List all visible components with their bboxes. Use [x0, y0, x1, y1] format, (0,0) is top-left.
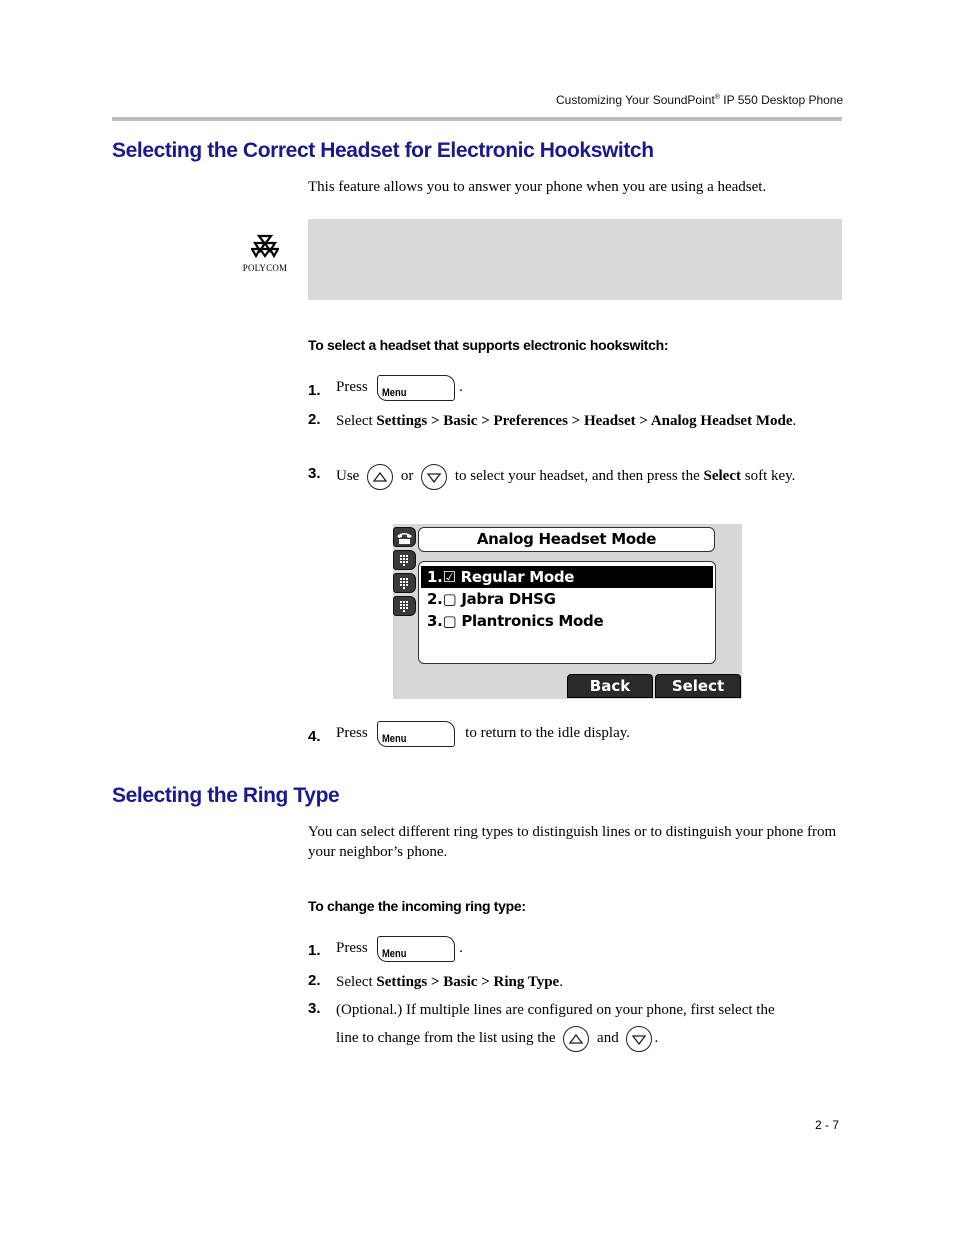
- phone-screen-image: Analog Headset Mode 1.☑ Regular Mode 2.▢…: [393, 524, 742, 699]
- ring-step-3-line1: (Optional.) If multiple lines are config…: [336, 1002, 775, 1018]
- header-rule: [112, 117, 842, 121]
- up-arrow-key-icon: [367, 463, 394, 490]
- section-intro-headset: This feature allows you to answer your p…: [308, 179, 767, 195]
- running-header: Customizing Your SoundPoint® IP 550 Desk…: [556, 93, 843, 107]
- line-key: [393, 573, 416, 593]
- step-text: .: [459, 940, 463, 956]
- step-number: 2.: [308, 972, 321, 989]
- softkey-select: Select: [655, 674, 741, 698]
- step-2-text: Select Settings > Basic > Preferences > …: [336, 411, 816, 431]
- menu-path: Settings > Basic > Ring Type: [376, 974, 560, 990]
- step-text: Select: [336, 974, 377, 990]
- step-text: or: [400, 468, 414, 484]
- keypad-icon: [400, 601, 408, 612]
- menu-key-icon: Menu: [377, 720, 456, 747]
- menu-key-label: Menu: [382, 386, 407, 399]
- section-title-headset: Selecting the Correct Headset for Electr…: [112, 139, 654, 162]
- step-4-text: Press Menu to return to the idle display…: [336, 719, 630, 747]
- step-text: Select: [336, 413, 377, 429]
- screen-option: 2.▢ Jabra DHSG: [427, 590, 556, 608]
- polycom-logo: POLYCOM: [236, 234, 294, 273]
- line-key: [393, 596, 416, 616]
- up-arrow-key-icon: [563, 1025, 590, 1052]
- ring-step-3-line2: line to change from the list using the a…: [336, 1024, 658, 1052]
- page-number: 2 - 7: [815, 1118, 840, 1132]
- step-number: 1.: [308, 942, 321, 959]
- step-text: Press: [336, 725, 368, 741]
- screen-option: 3.▢ Plantronics Mode: [427, 612, 604, 630]
- step-text: .: [654, 1030, 659, 1046]
- step-text: to select your headset, and then press t…: [454, 468, 704, 484]
- step-text: .: [792, 413, 797, 429]
- keypad-icon: [400, 555, 408, 566]
- keypad-icon: [400, 578, 408, 589]
- polycom-logo-text: POLYCOM: [242, 263, 288, 273]
- menu-key-label: Menu: [382, 732, 407, 745]
- step-number: 3.: [308, 1000, 321, 1017]
- handset-icon: [397, 533, 412, 544]
- menu-key-label: Menu: [382, 947, 407, 960]
- procedure-title-headset: To select a headset that supports electr…: [308, 337, 669, 353]
- running-header-suffix: IP 550 Desktop Phone: [719, 93, 844, 107]
- step-text: to return to the idle display.: [465, 725, 630, 741]
- running-header-text: Customizing Your SoundPoint: [556, 93, 715, 107]
- section-title-ring-type: Selecting the Ring Type: [112, 784, 340, 807]
- handset-line-key: [393, 527, 416, 547]
- step-number: 4.: [308, 728, 321, 745]
- step-text: and: [597, 1030, 619, 1046]
- step-text: Use: [336, 468, 360, 484]
- step-3-text: Use or to select your headset, and then …: [336, 463, 836, 490]
- step-number: 1.: [308, 382, 321, 399]
- ring-step-1-text: Press Menu .: [336, 934, 463, 962]
- softkey-back: Back: [567, 674, 653, 698]
- step-text: .: [559, 974, 563, 990]
- step-text: Press: [336, 940, 368, 956]
- procedure-title-ring-type: To change the incoming ring type:: [308, 898, 526, 914]
- step-number: 3.: [308, 465, 321, 482]
- ring-step-2-text: Select Settings > Basic > Ring Type.: [336, 972, 563, 992]
- down-arrow-key-icon: [626, 1025, 653, 1052]
- note-box: [308, 219, 842, 300]
- screen-title: Analog Headset Mode: [418, 527, 715, 552]
- step-text: soft key.: [740, 468, 796, 484]
- step-text: line to change from the list using the: [336, 1030, 556, 1046]
- screen-option-list: 1.☑ Regular Mode 2.▢ Jabra DHSG 3.▢ Plan…: [418, 561, 716, 664]
- menu-key-icon: Menu: [377, 935, 456, 962]
- menu-path: Settings > Basic > Preferences > Headset…: [376, 413, 793, 429]
- select-key-name: Select: [703, 468, 741, 484]
- polycom-logo-icon: [250, 234, 280, 259]
- step-text: .: [459, 379, 463, 395]
- line-key: [393, 550, 416, 570]
- step-number: 2.: [308, 411, 321, 428]
- menu-key-icon: Menu: [377, 374, 456, 401]
- step-text: Press: [336, 379, 368, 395]
- screen-option-selected: 1.☑ Regular Mode: [421, 566, 713, 588]
- step-1-text: Press Menu .: [336, 373, 463, 401]
- down-arrow-key-icon: [421, 463, 448, 490]
- section-intro-ring-type: You can select different ring types to d…: [308, 824, 837, 860]
